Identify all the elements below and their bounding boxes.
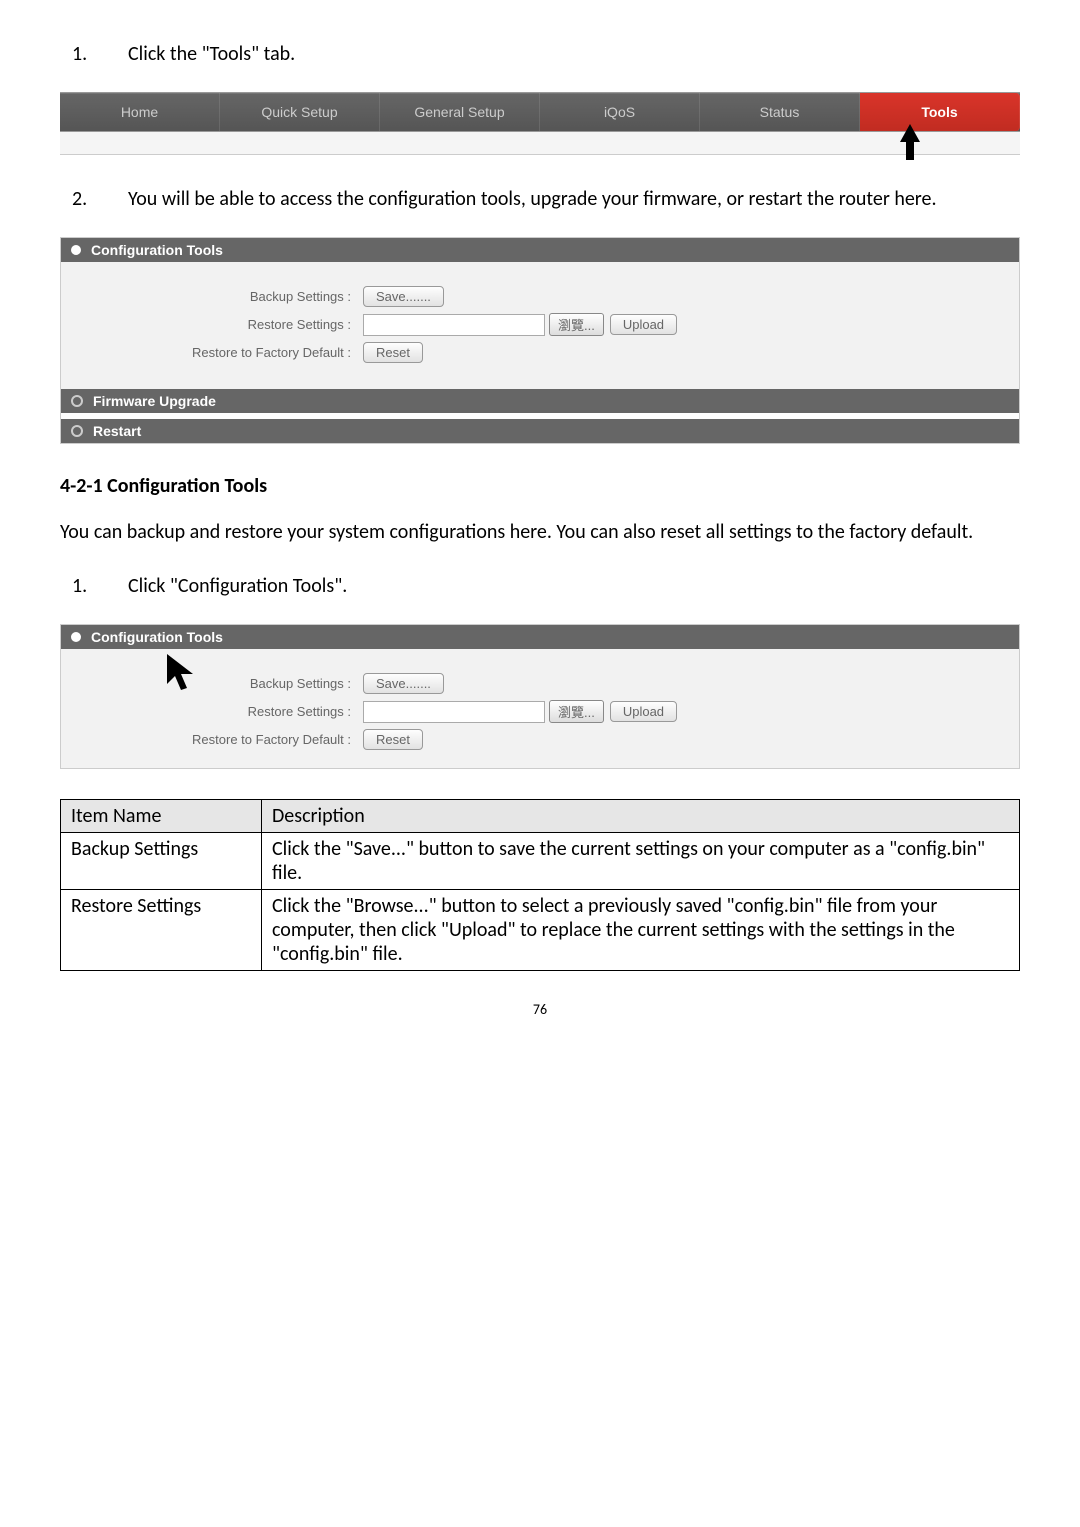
description-table: Item Name Description Backup Settings Cl… [60, 799, 1020, 971]
step-3-num: 1. [100, 572, 128, 600]
row-backup-2: Backup Settings : Save....... [71, 673, 1009, 694]
th-description: Description [262, 800, 1020, 833]
restore-label: Restore Settings : [71, 317, 363, 332]
restore-file-input-2[interactable] [363, 701, 545, 723]
table-row: Backup Settings Click the "Save..." butt… [61, 833, 1020, 890]
tab-home[interactable]: Home [60, 93, 220, 131]
row-backup: Backup Settings : Save....... [71, 286, 1009, 307]
row-factory: Restore to Factory Default : Reset [71, 342, 1009, 363]
factory-label-2: Restore to Factory Default : [71, 732, 363, 747]
step-3-text: Click "Configuration Tools". [128, 574, 347, 598]
panel-header-firmware[interactable]: Firmware Upgrade [61, 389, 1019, 413]
restore-label-2: Restore Settings : [71, 704, 363, 719]
tab-quick-setup[interactable]: Quick Setup [220, 93, 380, 131]
td-item: Backup Settings [61, 833, 262, 890]
step-2-text: You will be able to access the configura… [128, 187, 937, 211]
panel-header-restart[interactable]: Restart [61, 419, 1019, 443]
panel-title-restart: Restart [93, 423, 141, 439]
row-restore: Restore Settings : 瀏覽... Upload [71, 313, 1009, 336]
panel-body-config-2: Backup Settings : Save....... Restore Se… [61, 649, 1019, 768]
backup-label: Backup Settings : [71, 289, 363, 304]
reset-button-2[interactable]: Reset [363, 729, 423, 750]
table-row: Restore Settings Click the "Browse..." b… [61, 890, 1020, 971]
config-tools-panel-2: Configuration Tools Backup Settings : Sa… [60, 624, 1020, 769]
tab-general-setup[interactable]: General Setup [380, 93, 540, 131]
save-button-2[interactable]: Save....... [363, 673, 444, 694]
panel-header-config-tools[interactable]: Configuration Tools [61, 238, 1019, 262]
bullet-icon [71, 632, 81, 642]
table-header-row: Item Name Description [61, 800, 1020, 833]
step-2-num: 2. [100, 185, 128, 213]
section-body: You can backup and restore your system c… [60, 518, 1020, 546]
bullet-icon [71, 395, 83, 407]
step-2: 2.You will be able to access the configu… [100, 185, 1020, 213]
tab-tools[interactable]: Tools [860, 93, 1020, 131]
step-1-text: Click the "Tools" tab. [128, 42, 295, 66]
panel-body-config: Backup Settings : Save....... Restore Se… [61, 262, 1019, 389]
panel-title-config: Configuration Tools [91, 242, 223, 258]
row-factory-2: Restore to Factory Default : Reset [71, 729, 1009, 750]
panel-title-firmware: Firmware Upgrade [93, 393, 216, 409]
cursor-arrow-icon [165, 652, 201, 702]
browse-button-2[interactable]: 瀏覽... [549, 700, 604, 723]
tab-iqos[interactable]: iQoS [540, 93, 700, 131]
upload-button[interactable]: Upload [610, 314, 677, 335]
section-title: 4-2-1 Configuration Tools [60, 474, 1020, 498]
bullet-icon [71, 245, 81, 255]
browse-button[interactable]: 瀏覽... [549, 313, 604, 336]
td-desc: Click the "Browse..." button to select a… [262, 890, 1020, 971]
restore-file-input[interactable] [363, 314, 545, 336]
navbar-strip [60, 132, 1020, 155]
factory-label: Restore to Factory Default : [71, 345, 363, 360]
step-3: 1.Click "Configuration Tools". [100, 572, 1020, 600]
step-1-num: 1. [100, 40, 128, 68]
td-item: Restore Settings [61, 890, 262, 971]
th-item-name: Item Name [61, 800, 262, 833]
panel-title-config-2: Configuration Tools [91, 629, 223, 645]
save-button[interactable]: Save....... [363, 286, 444, 307]
tab-status[interactable]: Status [700, 93, 860, 131]
backup-label-2: Backup Settings : [71, 676, 363, 691]
panel-header-config-tools-2[interactable]: Configuration Tools [61, 625, 1019, 649]
navbar-screenshot: Home Quick Setup General Setup iQoS Stat… [60, 92, 1020, 155]
row-restore-2: Restore Settings : 瀏覽... Upload [71, 700, 1009, 723]
navbar: Home Quick Setup General Setup iQoS Stat… [60, 92, 1020, 132]
bullet-icon [71, 425, 83, 437]
page-number: 76 [60, 1001, 1020, 1018]
step-1: 1.Click the "Tools" tab. [100, 40, 1020, 68]
td-desc: Click the "Save..." button to save the c… [262, 833, 1020, 890]
reset-button[interactable]: Reset [363, 342, 423, 363]
upload-button-2[interactable]: Upload [610, 701, 677, 722]
config-tools-panel: Configuration Tools Backup Settings : Sa… [60, 237, 1020, 444]
